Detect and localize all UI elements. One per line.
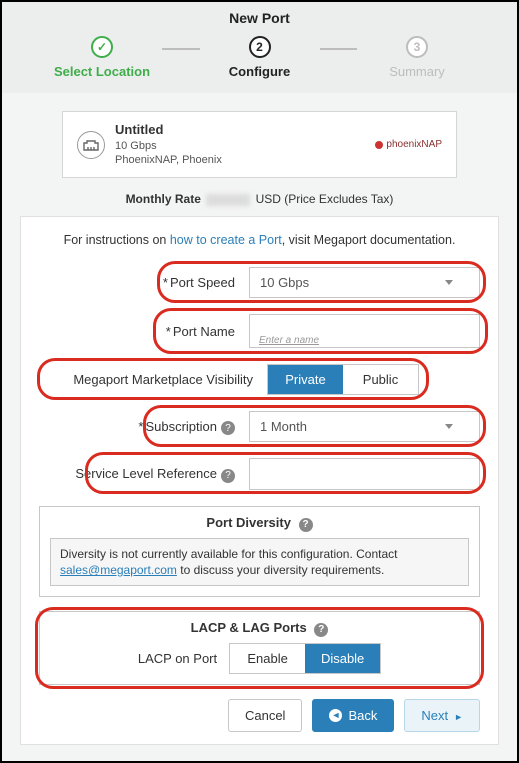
port-name-input[interactable] [249, 314, 480, 348]
step-summary[interactable]: 3 Summary [357, 36, 477, 79]
button-row: Cancel ◄Back Next [39, 699, 480, 732]
diversity-title: Port Diversity ? [50, 515, 469, 532]
rate-suffix: USD (Price Excludes Tax) [256, 192, 394, 206]
label-port-name: *Port Name [39, 324, 239, 339]
diversity-msg-pre: Diversity is not currently available for… [60, 547, 397, 561]
instruct-pre: For instructions on [64, 233, 170, 247]
arrow-left-icon: ◄ [329, 709, 342, 722]
step-connector [320, 48, 358, 50]
help-icon[interactable]: ? [221, 469, 235, 483]
lacp-toggle: Enable Disable [229, 643, 381, 674]
row-port-speed: *Port Speed 10 Gbps [39, 267, 480, 298]
summary-speed: 10 Gbps [115, 139, 222, 153]
rate-amount-hidden [206, 194, 250, 206]
port-diversity-section: Port Diversity ? Diversity is not curren… [39, 506, 480, 597]
row-port-name: *Port Name Enter a name [39, 314, 480, 348]
label-subscription: *Subscription? [39, 419, 239, 436]
label-slr: Service Level Reference? [39, 466, 239, 483]
visibility-public-button[interactable]: Public [343, 365, 418, 394]
step-connector [162, 48, 200, 50]
port-icon [77, 131, 105, 159]
row-slr: Service Level Reference? [39, 458, 480, 490]
back-button[interactable]: ◄Back [312, 699, 394, 732]
port-speed-select[interactable]: 10 Gbps [249, 267, 480, 298]
subscription-value: 1 Month [260, 419, 307, 434]
summary-title: Untitled [115, 122, 222, 139]
port-speed-value: 10 Gbps [260, 275, 309, 290]
step-number-icon: 2 [249, 36, 271, 58]
diversity-message: Diversity is not currently available for… [50, 538, 469, 586]
help-icon[interactable]: ? [299, 518, 313, 532]
port-summary-card: Untitled 10 Gbps PhoenixNAP, Phoenix pho… [62, 111, 457, 178]
help-icon[interactable]: ? [314, 623, 328, 637]
configure-form-card: For instructions on how to create a Port… [20, 216, 499, 744]
rate-label: Monthly Rate [126, 192, 201, 206]
chevron-down-icon [445, 424, 453, 429]
howto-link[interactable]: how to create a Port [170, 233, 282, 247]
summary-text: Untitled 10 Gbps PhoenixNAP, Phoenix [115, 122, 222, 167]
content-area: Untitled 10 Gbps PhoenixNAP, Phoenix pho… [2, 93, 517, 763]
stepper: Select Location 2 Configure 3 Summary [2, 32, 517, 79]
help-icon[interactable]: ? [221, 421, 235, 435]
step-label: Configure [229, 64, 290, 79]
step-label: Select Location [54, 64, 150, 79]
partner-name: phoenixNAP [386, 139, 442, 150]
visibility-toggle: Private Public [267, 364, 419, 395]
arrow-right-icon [454, 708, 463, 723]
lacp-row: LACP on Port Enable Disable [50, 643, 469, 674]
row-subscription: *Subscription? 1 Month [39, 411, 480, 442]
summary-location: PhoenixNAP, Phoenix [115, 153, 222, 167]
top-bar: New Port Select Location 2 Configure 3 S… [2, 2, 517, 93]
subscription-select[interactable]: 1 Month [249, 411, 480, 442]
step-label: Summary [389, 64, 445, 79]
lacp-enable-button[interactable]: Enable [230, 644, 305, 673]
app-window: New Port Select Location 2 Configure 3 S… [0, 0, 519, 763]
lacp-row-label: LACP on Port [138, 651, 217, 666]
step-configure[interactable]: 2 Configure [200, 36, 320, 79]
chevron-down-icon [445, 280, 453, 285]
monthly-rate-line: Monthly Rate USD (Price Excludes Tax) [20, 192, 499, 206]
cancel-button[interactable]: Cancel [228, 699, 302, 732]
instruct-post: , visit Megaport documentation. [282, 233, 456, 247]
partner-logo: phoenixNAP [375, 139, 442, 150]
slr-input[interactable] [249, 458, 480, 490]
visibility-private-button[interactable]: Private [268, 365, 343, 394]
step-number-icon: 3 [406, 36, 428, 58]
instructions-text: For instructions on how to create a Port… [39, 233, 480, 247]
sales-email-link[interactable]: sales@megaport.com [60, 563, 177, 577]
page-title: New Port [2, 8, 517, 32]
lacp-disable-button[interactable]: Disable [305, 644, 380, 673]
step-select-location[interactable]: Select Location [42, 36, 162, 79]
lacp-section: LACP & LAG Ports ? LACP on Port Enable D… [39, 611, 480, 685]
row-visibility: Megaport Marketplace Visibility Private … [39, 364, 480, 395]
label-visibility: Megaport Marketplace Visibility [39, 372, 257, 387]
diversity-msg-post: to discuss your diversity requirements. [177, 563, 384, 577]
lacp-title: LACP & LAG Ports ? [50, 620, 469, 637]
check-icon [91, 36, 113, 58]
next-button[interactable]: Next [404, 699, 480, 732]
logo-dot-icon [375, 141, 383, 149]
label-port-speed: *Port Speed [39, 275, 239, 290]
